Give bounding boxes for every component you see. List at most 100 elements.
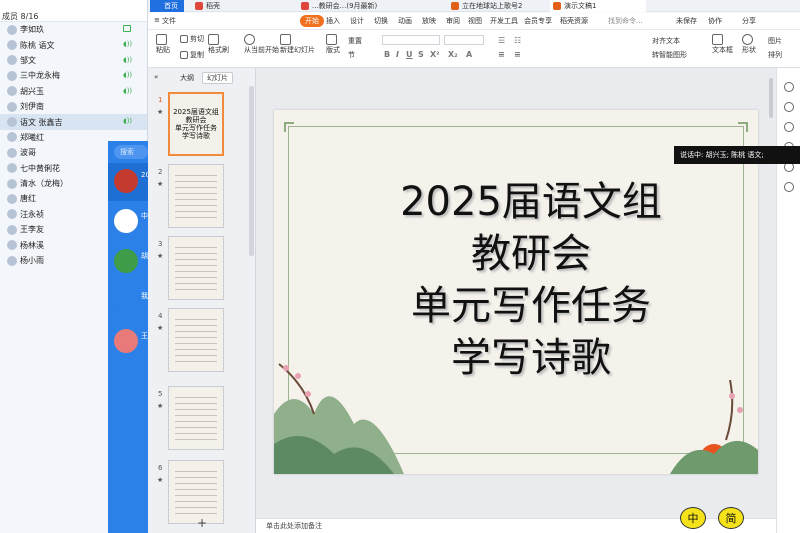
ribbon-tab[interactable]: 会员专享 bbox=[524, 16, 552, 26]
member-item[interactable]: 三中龙永梅 ◖)) bbox=[0, 68, 147, 83]
slide-thumbnail[interactable] bbox=[168, 386, 224, 450]
arrange-button[interactable]: 排列 bbox=[768, 50, 782, 60]
ribbon-tab[interactable]: 动画 bbox=[398, 16, 412, 26]
member-item[interactable]: 李如玖 bbox=[0, 22, 147, 37]
align-center-icon[interactable]: ≡ bbox=[514, 50, 521, 59]
play-from-current-button[interactable]: 从当前开始 bbox=[244, 34, 279, 55]
ime-mode-button[interactable]: 中 bbox=[680, 507, 706, 529]
chat-list-item[interactable]: 20 bbox=[108, 163, 150, 201]
numbering-icon[interactable]: ☷ bbox=[514, 36, 521, 45]
copy-button[interactable]: 复制 bbox=[180, 50, 204, 60]
chat-list-item[interactable]: 中 bbox=[108, 203, 150, 241]
chat-avatar bbox=[114, 329, 138, 353]
format-painter-button[interactable]: 格式刷 bbox=[208, 34, 229, 55]
chat-search-input[interactable]: 搜索 bbox=[114, 145, 148, 159]
member-name: 郑曦红 bbox=[20, 132, 44, 142]
command-search-input[interactable]: 找到命令... bbox=[608, 16, 643, 26]
tab-slides[interactable]: 幻灯片 bbox=[202, 72, 233, 84]
slide-number: 3 bbox=[158, 240, 163, 248]
thumbnail-text-line bbox=[175, 477, 217, 478]
paste-icon bbox=[156, 34, 167, 45]
member-item[interactable]: 胡兴玉 ◖)) bbox=[0, 84, 147, 99]
strikethrough-icon[interactable]: S bbox=[418, 50, 424, 59]
ribbon-tab[interactable]: 稻壳资源 bbox=[560, 16, 588, 26]
italic-icon[interactable]: I bbox=[396, 50, 399, 59]
speaker-icon: ◖)) bbox=[123, 40, 133, 49]
thumbnail-text-line bbox=[175, 513, 217, 514]
chat-list-item[interactable]: 胡 bbox=[108, 243, 150, 281]
chat-list-item[interactable]: 我 bbox=[108, 283, 150, 321]
collapse-pane-icon[interactable]: « bbox=[154, 73, 158, 81]
header-action-button[interactable]: 协作 bbox=[708, 16, 722, 26]
thumbnail-text-line bbox=[175, 403, 217, 404]
thumbnail-scrollbar[interactable] bbox=[249, 86, 254, 256]
slide-thumbnail[interactable] bbox=[168, 460, 224, 524]
side-tool-icon[interactable] bbox=[784, 182, 794, 192]
layout-button[interactable]: 版式 bbox=[326, 34, 340, 55]
avatar bbox=[7, 40, 17, 51]
ribbon-tab[interactable]: 视图 bbox=[468, 16, 482, 26]
tab-label: 首页 bbox=[164, 2, 178, 10]
slide-thumbnail[interactable] bbox=[168, 164, 224, 228]
bullets-icon[interactable]: ☰ bbox=[498, 36, 505, 45]
align-text-button[interactable]: 对齐文本 bbox=[652, 36, 680, 46]
side-tool-icon[interactable] bbox=[784, 102, 794, 112]
align-left-icon[interactable]: ≡ bbox=[498, 50, 505, 59]
paste-button[interactable]: 粘贴 bbox=[156, 34, 170, 55]
document-tab[interactable]: 首页 bbox=[150, 0, 184, 12]
thumbnail-title: 2025届语文组 教研会 单元写作任务 学写诗歌 bbox=[173, 108, 219, 140]
current-slide[interactable]: 2025届语文组 教研会 单元写作任务 学写诗歌 bbox=[274, 110, 758, 474]
header-action-button[interactable]: 未保存 bbox=[676, 16, 697, 26]
slide-thumbnail[interactable] bbox=[168, 308, 224, 372]
cut-button[interactable]: 剪切 bbox=[180, 34, 204, 44]
member-item[interactable]: 刘伊南 bbox=[0, 99, 147, 114]
shape-button[interactable]: 形状 bbox=[742, 34, 756, 55]
side-tool-icon[interactable] bbox=[784, 122, 794, 132]
new-slide-button[interactable]: 新建幻灯片 bbox=[280, 34, 315, 55]
avatar bbox=[7, 147, 17, 158]
slide-thumbnail[interactable] bbox=[168, 236, 224, 300]
member-item[interactable]: 语文 张鑫吉 ◖)) bbox=[0, 114, 147, 130]
ribbon-tab[interactable]: 文件 bbox=[162, 16, 176, 26]
document-tab[interactable]: ...教研会...(9月最新) bbox=[298, 0, 377, 12]
slide-thumbnail[interactable]: 2025届语文组 教研会 单元写作任务 学写诗歌 bbox=[168, 92, 224, 156]
bold-icon[interactable]: B bbox=[384, 50, 390, 59]
thumbnail-text-line bbox=[175, 507, 217, 508]
thumbnail-text-line bbox=[175, 471, 217, 472]
slide-title[interactable]: 2025届语文组 教研会 单元写作任务 学写诗歌 bbox=[334, 176, 728, 384]
editor-vertical-scrollbar[interactable] bbox=[768, 78, 774, 498]
reset-button[interactable]: 重置 bbox=[348, 36, 362, 46]
picture-button[interactable]: 图片 bbox=[768, 36, 782, 46]
convert-smartart-button[interactable]: 转智能图形 bbox=[652, 50, 687, 60]
font-name-select[interactable] bbox=[382, 35, 440, 45]
ribbon-tab[interactable]: 放映 bbox=[422, 16, 436, 26]
font-size-select[interactable] bbox=[444, 35, 484, 45]
ribbon-tab[interactable]: 切换 bbox=[374, 16, 388, 26]
member-item[interactable]: 陈桃 语文 ◖)) bbox=[0, 37, 147, 52]
ribbon-tab[interactable]: 审阅 bbox=[446, 16, 460, 26]
ribbon-tab[interactable]: 设计 bbox=[350, 16, 364, 26]
tab-outline[interactable]: 大纲 bbox=[180, 73, 194, 83]
document-tab[interactable]: 立在地球站上歌号2 bbox=[448, 0, 522, 12]
superscript-icon[interactable]: X² bbox=[430, 50, 440, 59]
thumbnail-text-line bbox=[175, 361, 217, 362]
ribbon-tab[interactable]: 插入 bbox=[326, 16, 340, 26]
ime-simplified-button[interactable]: 简 bbox=[718, 507, 744, 529]
member-item[interactable]: 邹文 ◖)) bbox=[0, 53, 147, 68]
avatar bbox=[7, 193, 17, 204]
document-tab[interactable]: 演示文稿1 bbox=[550, 0, 646, 12]
font-color-icon[interactable]: A bbox=[466, 50, 472, 59]
header-action-button[interactable]: 分享 bbox=[742, 16, 756, 26]
underline-icon[interactable]: U bbox=[406, 50, 413, 59]
ribbon-tab[interactable]: 开发工具 bbox=[490, 16, 518, 26]
subscript-icon[interactable]: X₂ bbox=[448, 50, 458, 59]
menu-icon[interactable]: ≡ bbox=[154, 16, 160, 24]
ribbon-tab[interactable]: 开始 bbox=[300, 15, 324, 27]
side-tool-icon[interactable] bbox=[784, 82, 794, 92]
chat-list-item[interactable]: 王 bbox=[108, 323, 150, 361]
textbox-button[interactable]: 文本框 bbox=[712, 34, 733, 55]
section-button[interactable]: 节 bbox=[348, 50, 355, 60]
add-slide-button[interactable]: + bbox=[197, 516, 207, 530]
play-icon bbox=[244, 34, 255, 45]
document-tab[interactable]: 稻壳 bbox=[192, 0, 220, 12]
